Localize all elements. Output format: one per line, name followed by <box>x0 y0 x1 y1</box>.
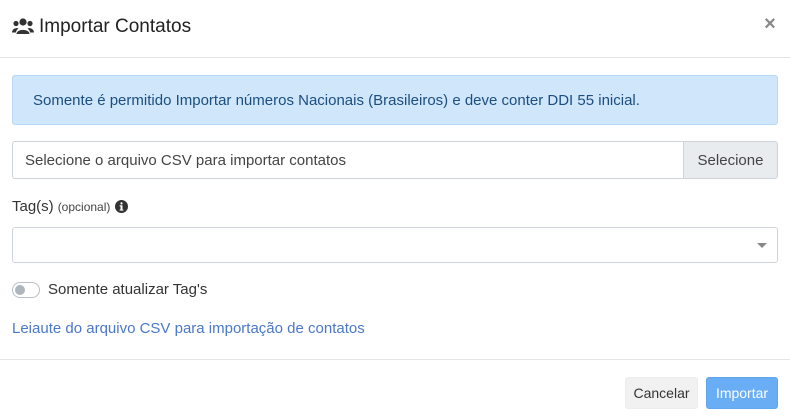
modal-title-wrap: Importar Contatos <box>12 15 191 39</box>
close-button[interactable]: × <box>762 13 778 35</box>
csv-file-input-placeholder: Selecione o arquivo CSV para importar co… <box>25 151 347 169</box>
file-input-group: Selecione o arquivo CSV para importar co… <box>12 141 778 179</box>
modal-footer: Cancelar Importar <box>0 359 790 419</box>
tags-label-text: Tag(s) <box>12 198 54 215</box>
import-button[interactable]: Importar <box>706 377 778 409</box>
csv-file-input[interactable]: Selecione o arquivo CSV para importar co… <box>12 141 683 179</box>
info-circle-icon[interactable] <box>115 200 129 213</box>
info-alert: Somente é permitido Importar números Nac… <box>12 75 778 125</box>
tags-select[interactable] <box>12 227 778 263</box>
import-contacts-modal: Importar Contatos × Somente é permitido … <box>0 0 790 419</box>
cancel-button[interactable]: Cancelar <box>625 377 698 409</box>
update-tags-toggle-row: Somente atualizar Tag's <box>12 281 207 298</box>
select-file-button[interactable]: Selecione <box>683 141 778 179</box>
toggle-knob <box>15 284 25 295</box>
users-icon <box>12 18 34 34</box>
modal-title: Importar Contatos <box>39 16 192 37</box>
update-tags-toggle-label: Somente atualizar Tag's <box>48 281 208 298</box>
tags-label: Tag(s) (opcional) <box>12 198 129 215</box>
update-tags-toggle[interactable] <box>12 281 40 298</box>
tags-optional-text: (opcional) <box>57 199 111 214</box>
alert-text: Somente é permitido Importar números Nac… <box>33 91 640 109</box>
modal-header: Importar Contatos × <box>0 0 790 58</box>
csv-layout-link[interactable]: Leiaute do arquivo CSV para importação d… <box>12 320 365 337</box>
chevron-down-icon <box>757 243 767 248</box>
